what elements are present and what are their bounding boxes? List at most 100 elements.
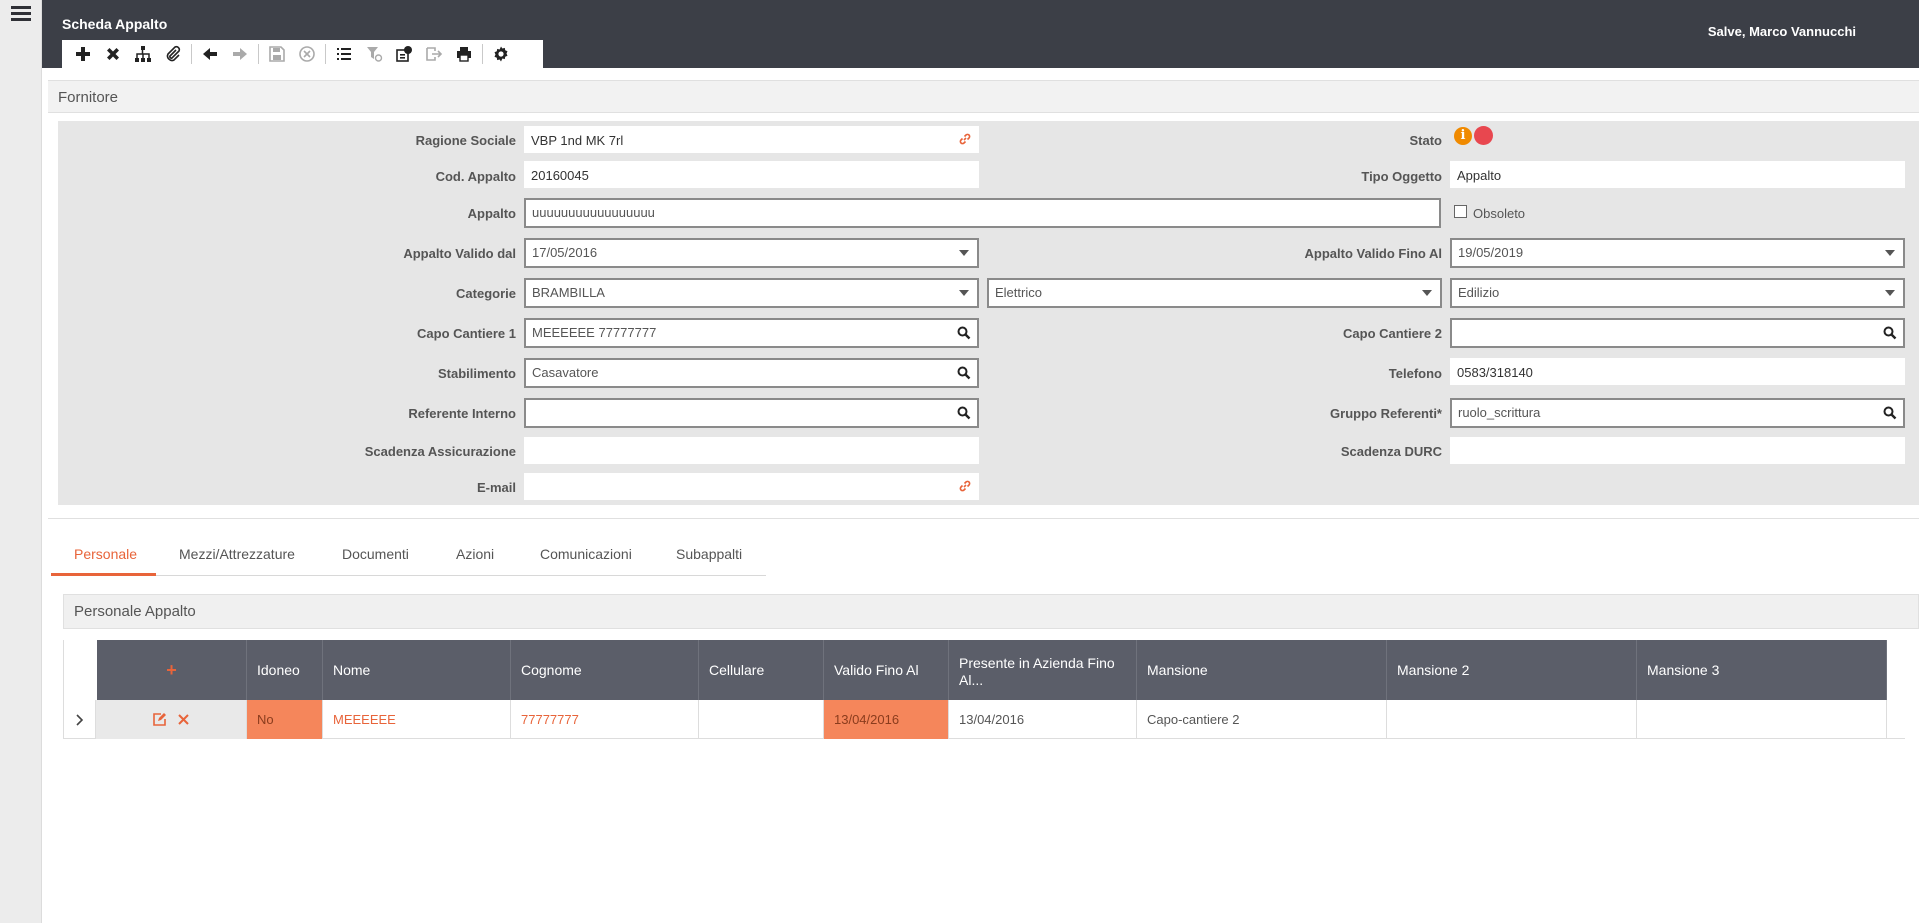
export-button[interactable] — [419, 42, 449, 66]
scadenza-assicurazione-field[interactable] — [524, 437, 979, 464]
tipo-oggetto-field[interactable]: Appalto — [1450, 161, 1905, 188]
telefono-label: Telefono — [1388, 366, 1442, 381]
search-icon[interactable] — [1883, 326, 1897, 340]
info-button[interactable] — [389, 42, 419, 66]
appalto-value: uuuuuuuuuuuuuuuuu — [532, 205, 655, 220]
categoria-3-select[interactable]: Edilizio — [1450, 278, 1905, 308]
close-icon — [107, 48, 119, 60]
column-header-mansione[interactable]: Mansione — [1137, 640, 1387, 700]
table-row[interactable]: No MEEEEEE 77777777 13/04/2016 13/04/201… — [63, 700, 1905, 739]
appalto-field[interactable]: uuuuuuuuuuuuuuuuu — [524, 198, 1441, 228]
card-info-icon — [396, 46, 412, 62]
row-actions — [96, 700, 247, 739]
scadenza-assicurazione-label: Scadenza Assicurazione — [364, 444, 516, 459]
categoria-1-value: BRAMBILLA — [532, 285, 605, 300]
export-icon — [426, 47, 443, 61]
column-header-nome[interactable]: Nome — [323, 640, 511, 700]
hamburger-menu-icon[interactable] — [11, 6, 31, 24]
valido-al-value: 19/05/2019 — [1458, 245, 1524, 260]
hierarchy-button[interactable] — [128, 42, 158, 66]
capo-cantiere-2-lookup[interactable] — [1450, 318, 1905, 348]
tab-mezzi-attrezzature[interactable]: Mezzi/Attrezzature — [179, 546, 295, 562]
telefono-field[interactable]: 0583/318140 — [1450, 358, 1905, 385]
valido-dal-datepicker[interactable]: 17/05/2016 — [524, 238, 979, 268]
cell-valido-fino-al: 13/04/2016 — [824, 700, 949, 739]
categoria-2-value: Elettrico — [995, 285, 1042, 300]
save-button[interactable] — [262, 42, 292, 66]
tab-subappalti[interactable]: Subappalti — [676, 546, 742, 562]
forward-button[interactable] — [225, 42, 255, 66]
cell-idoneo: No — [247, 700, 323, 739]
categoria-2-select[interactable]: Elettrico — [987, 278, 1442, 308]
tab-personale[interactable]: Personale — [74, 546, 137, 562]
valido-al-datepicker[interactable]: 19/05/2019 — [1450, 238, 1905, 268]
cod-appalto-field[interactable]: 20160045 — [524, 161, 979, 188]
cell-nome[interactable]: MEEEEEE — [323, 700, 511, 739]
header-spacer — [63, 640, 97, 700]
column-header-cognome[interactable]: Cognome — [511, 640, 699, 700]
search-icon[interactable] — [957, 326, 971, 340]
user-greeting: Salve, Marco Vannucchi — [1707, 24, 1856, 39]
obsoleto-checkbox[interactable] — [1454, 205, 1467, 218]
chevron-down-icon[interactable] — [1885, 250, 1895, 256]
cell-cognome[interactable]: 77777777 — [511, 700, 699, 739]
search-icon[interactable] — [957, 366, 971, 380]
chevron-down-icon[interactable] — [959, 290, 969, 296]
tab-comunicazioni[interactable]: Comunicazioni — [540, 546, 632, 562]
list-button[interactable] — [329, 42, 359, 66]
edit-icon[interactable] — [152, 712, 167, 727]
subsection-title: Personale Appalto — [74, 603, 196, 620]
scadenza-durc-field[interactable] — [1450, 437, 1905, 464]
capo-cantiere-1-value: MEEEEEE 77777777 — [532, 325, 657, 340]
row-expand-chevron-right-icon[interactable] — [63, 700, 96, 739]
info-icon[interactable]: i — [1454, 127, 1472, 145]
email-field[interactable] — [524, 473, 979, 500]
add-button[interactable] — [68, 42, 98, 66]
ragione-sociale-value: VBP 1nd MK 7rl — [531, 133, 624, 148]
search-icon[interactable] — [1883, 406, 1897, 420]
link-icon[interactable] — [958, 132, 972, 146]
stabilimento-lookup[interactable]: Casavatore — [524, 358, 979, 388]
telefono-value: 0583/318140 — [1457, 365, 1533, 380]
chevron-down-icon[interactable] — [1885, 290, 1895, 296]
attach-button[interactable] — [158, 42, 188, 66]
print-button[interactable] — [449, 42, 479, 66]
delete-row-close-icon[interactable] — [177, 713, 190, 726]
paperclip-icon — [166, 45, 181, 62]
email-label: E-mail — [476, 480, 516, 495]
column-header-valido-fino-al[interactable]: Valido Fino Al — [824, 640, 949, 700]
tab-azioni[interactable]: Azioni — [456, 546, 494, 562]
stabilimento-label: Stabilimento — [437, 366, 516, 381]
settings-button[interactable] — [486, 42, 516, 66]
floppy-disk-icon — [269, 46, 285, 62]
capo-cantiere-1-lookup[interactable]: MEEEEEE 77777777 — [524, 318, 979, 348]
capo-cantiere-1-label: Capo Cantiere 1 — [417, 326, 516, 341]
add-row-button[interactable]: + — [97, 640, 247, 700]
cancel-button[interactable] — [292, 42, 322, 66]
ragione-sociale-field[interactable]: VBP 1nd MK 7rl — [524, 126, 979, 153]
circle-x-icon — [299, 46, 315, 62]
column-header-idoneo[interactable]: Idoneo — [247, 640, 323, 700]
search-icon[interactable] — [957, 406, 971, 420]
column-header-mansione-2[interactable]: Mansione 2 — [1387, 640, 1637, 700]
categoria-1-select[interactable]: BRAMBILLA — [524, 278, 979, 308]
tipo-oggetto-value: Appalto — [1457, 168, 1502, 183]
toolbar-divider — [482, 44, 483, 64]
chevron-down-icon[interactable] — [959, 250, 969, 256]
arrow-left-icon — [203, 48, 217, 60]
gear-icon — [494, 46, 508, 62]
chevron-down-icon[interactable] — [1422, 290, 1432, 296]
clear-filter-button[interactable] — [359, 42, 389, 66]
gruppo-referenti-lookup[interactable]: ruolo_scrittura — [1450, 398, 1905, 428]
column-header-cellulare[interactable]: Cellulare — [699, 640, 824, 700]
obsoleto-label: Obsoleto — [1473, 206, 1526, 221]
back-button[interactable] — [195, 42, 225, 66]
column-header-mansione-3[interactable]: Mansione 3 — [1637, 640, 1887, 700]
link-icon[interactable] — [958, 479, 972, 493]
column-header-presente-fino-al[interactable]: Presente in Azienda Fino Al... — [949, 640, 1137, 700]
delete-button[interactable] — [98, 42, 128, 66]
cell-mansione-2 — [1387, 700, 1637, 739]
referente-interno-lookup[interactable] — [524, 398, 979, 428]
tab-documenti[interactable]: Documenti — [342, 546, 409, 562]
toolbar-divider — [325, 44, 326, 64]
